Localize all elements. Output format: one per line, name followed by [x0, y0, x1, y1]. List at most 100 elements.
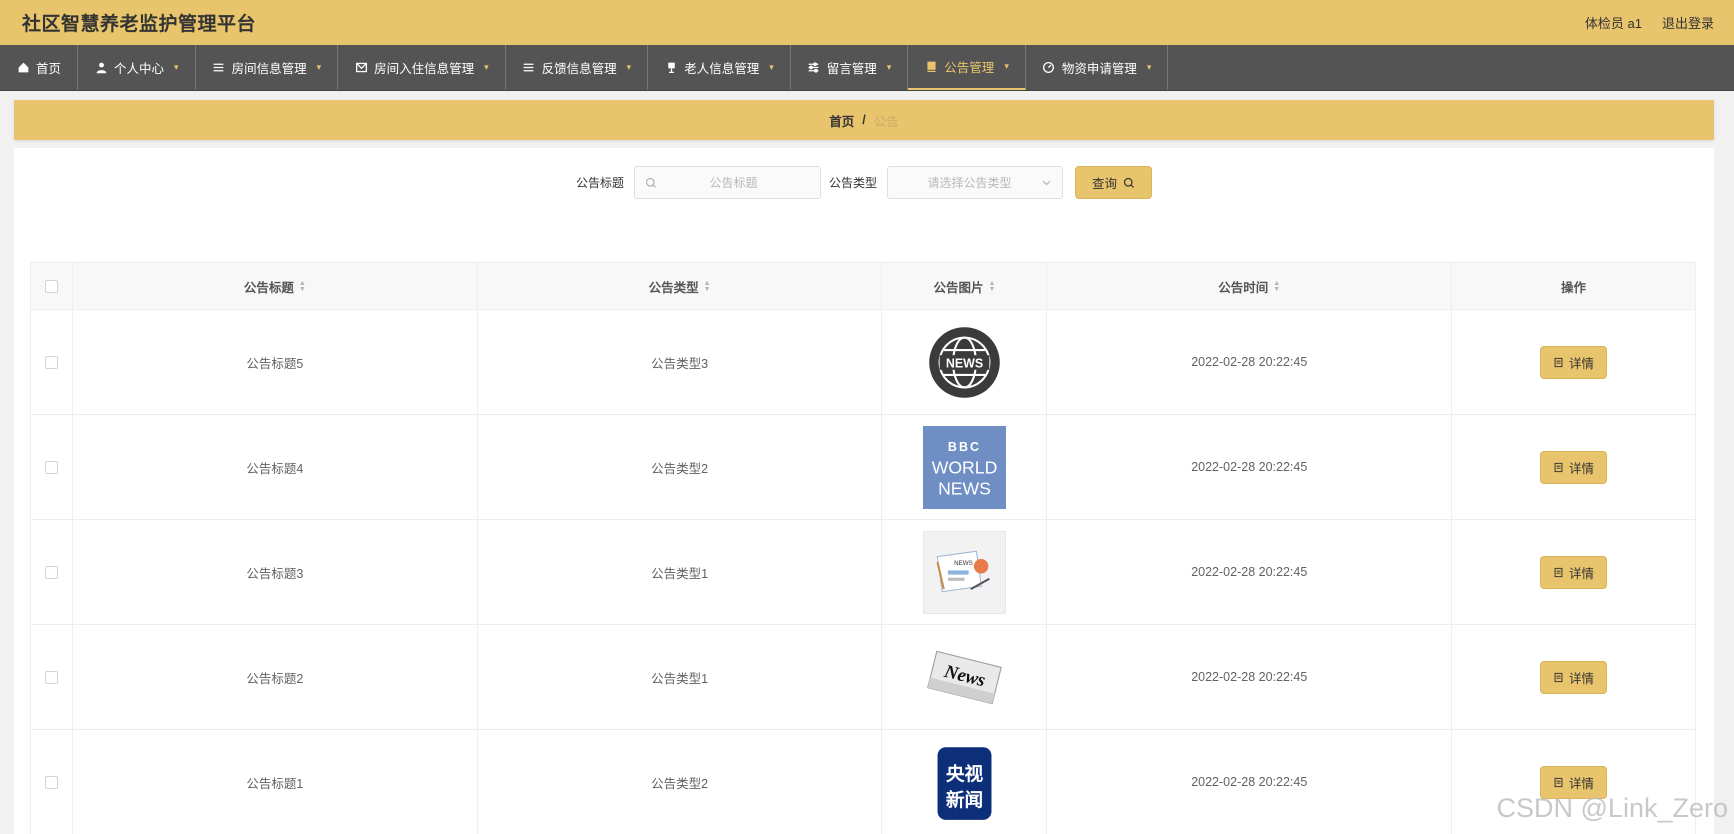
select-all-checkbox[interactable]: [44, 279, 58, 293]
nav-item-label: 反馈信息管理: [541, 62, 617, 76]
search-icon: [645, 177, 656, 188]
document-icon: [1554, 462, 1563, 472]
header-time[interactable]: 公告时间 ▲ ▼: [1047, 263, 1453, 309]
bbc-world-news-image[interactable]: BBC WORLD NEWS: [922, 425, 1006, 509]
header-title[interactable]: 公告标题 ▲ ▼: [72, 263, 478, 309]
breadcrumb-home[interactable]: 首页: [829, 111, 854, 130]
cctv-news-image[interactable]: 央视 新闻: [923, 741, 1006, 824]
row-time: 2022-02-28 20:22:45: [1047, 730, 1453, 834]
row-picture-cell: News: [882, 625, 1048, 729]
row-type: 公告类型1: [478, 520, 883, 624]
title-search-placeholder: 公告标题: [709, 176, 758, 190]
detail-button-label: 详情: [1569, 671, 1595, 686]
nav-item-home[interactable]: 首页: [0, 45, 79, 90]
header-operation-label: 操作: [1561, 280, 1587, 295]
mail-icon: [354, 61, 368, 75]
title-search-input[interactable]: 公告标题: [633, 166, 821, 199]
table-row: 公告标题2 公告类型1 News 2022-02-28 20:22:45 详情: [31, 625, 1696, 730]
newspaper-illustration-image[interactable]: NEWS: [922, 530, 1006, 614]
chevron-down-icon: ▾: [769, 62, 774, 72]
nav-item-label: 首页: [36, 62, 62, 76]
row-picture-cell: NEWS: [882, 520, 1048, 624]
logout-link[interactable]: 退出登录: [1662, 13, 1714, 32]
detail-button[interactable]: 详情: [1540, 450, 1608, 484]
row-checkbox[interactable]: [44, 460, 58, 474]
app-title: 社区智慧养老监护管理平台: [22, 14, 257, 35]
gauge-icon: [1042, 61, 1056, 75]
nav-item-elder-info[interactable]: 老人信息管理 ▾: [648, 45, 791, 90]
row-checkbox[interactable]: [44, 355, 58, 369]
sort-icon[interactable]: ▲ ▼: [1273, 280, 1280, 293]
current-user: 体检员 a1: [1584, 16, 1642, 31]
type-select-placeholder: 请选择公告类型: [927, 176, 1012, 190]
nav-item-label: 留言管理: [826, 62, 877, 76]
chevron-down-icon: ▾: [1004, 61, 1009, 71]
row-checkbox[interactable]: [44, 775, 58, 789]
table-row: 公告标题5 公告类型3 NEWS 2022-02-28 20:22:45 详情: [31, 310, 1696, 415]
row-checkbox[interactable]: [44, 565, 58, 579]
header-type[interactable]: 公告类型 ▲ ▼: [477, 263, 883, 309]
detail-button-label: 详情: [1569, 776, 1595, 791]
row-check-cell: [31, 310, 73, 414]
news-globe-image[interactable]: NEWS: [923, 321, 1006, 404]
nav-item-label: 老人信息管理: [684, 62, 760, 76]
image-text: NEWS: [938, 478, 991, 498]
chevron-down-icon: ▾: [626, 62, 632, 72]
document-icon: [1554, 672, 1563, 682]
nav-item-label: 公告管理: [944, 61, 995, 75]
search-icon: [1123, 177, 1134, 188]
nav-item-label: 物资申请管理: [1061, 62, 1137, 76]
breadcrumb: 首页 / 公告: [14, 100, 1714, 140]
query-button[interactable]: 查询: [1075, 166, 1153, 199]
chevron-down-icon: ▾: [886, 62, 892, 72]
row-operation-cell: 详情: [1452, 415, 1696, 519]
row-time: 2022-02-28 20:22:45: [1047, 310, 1453, 414]
row-type: 公告类型1: [478, 625, 883, 729]
header-operation: 操作: [1452, 263, 1696, 309]
table-row: 公告标题1 公告类型2 央视 新闻 2022-02-28 20:22:45 详情: [31, 730, 1696, 834]
nav-item-personal-center[interactable]: 个人中心 ▾: [78, 45, 196, 90]
top-header: 社区智慧养老监护管理平台 体检员 a1 退出登录: [0, 0, 1734, 45]
detail-button-label: 详情: [1569, 356, 1595, 371]
table-header-row: 公告标题 ▲ ▼ 公告类型 ▲ ▼ 公告图片 ▲ ▼ 公告时间 ▲ ▼ 操作: [31, 263, 1696, 310]
table-row: 公告标题4 公告类型2 BBC WORLD NEWS 2022-02-28 20…: [31, 415, 1696, 520]
header-picture[interactable]: 公告图片 ▲ ▼: [882, 263, 1048, 309]
sort-icon[interactable]: ▲ ▼: [704, 280, 711, 293]
nav-item-notices[interactable]: 公告管理 ▾: [908, 45, 1026, 90]
type-select-label: 公告类型: [828, 176, 877, 190]
row-check-cell: [31, 730, 73, 834]
breadcrumb-current: 公告: [873, 114, 899, 129]
main-nav: 首页 个人中心 ▾ 房间信息管理 ▾ 房间入住信息管理 ▾ 反馈信息管理 ▾ 老…: [0, 45, 1734, 91]
sort-icon[interactable]: ▲ ▼: [988, 280, 995, 293]
sliders-icon: [807, 61, 821, 75]
detail-button[interactable]: 详情: [1540, 555, 1608, 589]
row-checkbox[interactable]: [44, 670, 58, 684]
user-icon: [94, 61, 108, 75]
nav-item-feedback[interactable]: 反馈信息管理 ▾: [506, 45, 649, 90]
image-text: BBC: [948, 439, 981, 453]
nav-item-messages[interactable]: 留言管理 ▾: [791, 45, 909, 90]
chevron-down-icon: ▾: [316, 62, 322, 72]
type-select[interactable]: 请选择公告类型: [887, 166, 1063, 199]
chevron-down-icon: [1042, 180, 1051, 186]
image-text: 央视: [946, 763, 984, 785]
home-icon: [16, 61, 30, 75]
header-type-label: 公告类型: [648, 280, 699, 295]
detail-button[interactable]: 详情: [1540, 660, 1608, 694]
image-text: NEWS: [946, 356, 983, 370]
nav-item-label: 房间信息管理: [231, 62, 307, 76]
nav-item-room-info[interactable]: 房间信息管理 ▾: [196, 45, 339, 90]
row-picture-cell: 央视 新闻: [882, 730, 1048, 834]
nav-item-supply-request[interactable]: 物资申请管理 ▾: [1026, 45, 1169, 90]
document-icon: [1554, 567, 1563, 577]
newspaper-roll-image[interactable]: News: [923, 636, 1006, 719]
row-check-cell: [31, 625, 73, 729]
search-form: 公告标题 公告标题 公告类型 请选择公告类型 查询: [14, 166, 1714, 199]
detail-button[interactable]: 详情: [1540, 345, 1608, 379]
image-text: 新闻: [946, 789, 983, 811]
sort-icon[interactable]: ▲ ▼: [299, 280, 306, 293]
chevron-down-icon: ▾: [1146, 62, 1152, 72]
nav-item-room-checkin[interactable]: 房间入住信息管理 ▾: [338, 45, 506, 90]
title-search-label: 公告标题: [575, 176, 624, 190]
document-icon: [1554, 357, 1563, 367]
